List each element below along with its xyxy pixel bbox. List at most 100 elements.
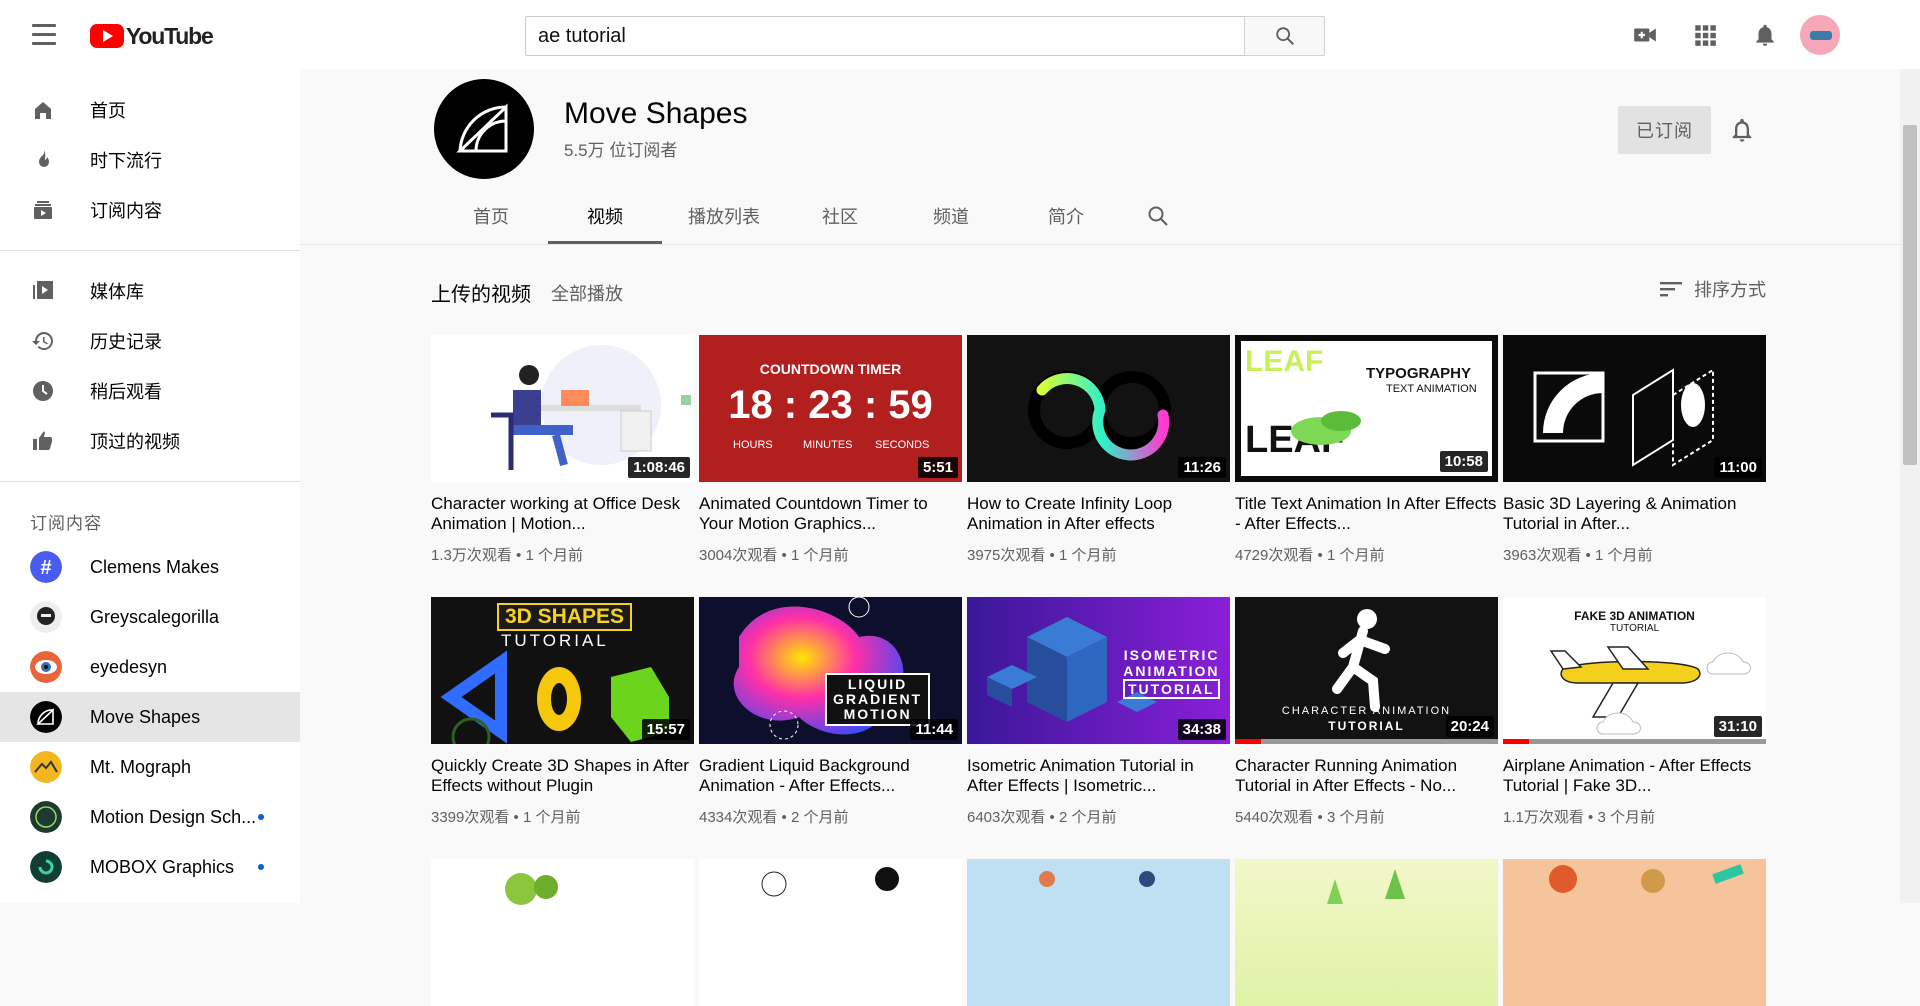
- guide-menu-button[interactable]: [30, 24, 58, 46]
- video-card[interactable]: LIQUID GRADIENT MOTION 11:44 Gradient Li…: [699, 597, 962, 827]
- subscription-item[interactable]: eyedesyn: [0, 642, 300, 692]
- account-avatar[interactable]: [1800, 15, 1840, 55]
- video-title[interactable]: Quickly Create 3D Shapes in After Effect…: [431, 756, 694, 796]
- video-title[interactable]: Gradient Liquid Background Animation - A…: [699, 756, 962, 796]
- sidebar-item-library[interactable]: 媒体库: [0, 266, 300, 316]
- video-meta: 6403次观看 • 2 个月前: [967, 809, 1117, 826]
- youtube-play-icon: [90, 24, 124, 48]
- video-card[interactable]: [1503, 859, 1766, 1006]
- video-card[interactable]: [967, 859, 1230, 1006]
- youtube-logo[interactable]: YouTube: [90, 22, 214, 50]
- sidebar-item-history[interactable]: 历史记录: [0, 316, 300, 366]
- subscription-item[interactable]: MOBOX Graphics: [0, 842, 300, 892]
- video-title[interactable]: Character Running Animation Tutorial in …: [1235, 756, 1498, 796]
- subscription-item[interactable]: Motion Design Sch...: [0, 792, 300, 842]
- sidebar-item-liked-videos[interactable]: 顶过的视频: [0, 416, 300, 466]
- video-meta: 5440次观看 • 3 个月前: [1235, 809, 1385, 826]
- tab-home[interactable]: 首页: [434, 188, 548, 244]
- video-thumbnail[interactable]: ISOMETRIC ANIMATION TUTORIAL 34:38: [967, 597, 1230, 744]
- video-card[interactable]: [699, 859, 962, 1006]
- video-thumbnail[interactable]: COUNTDOWN TIMER 18 : 23 : 59 HOURS MINUT…: [699, 335, 962, 482]
- channel-avatar: [30, 751, 62, 783]
- masthead: YouTube: [0, 0, 1920, 69]
- play-all-link[interactable]: 全部播放: [551, 280, 623, 306]
- video-title[interactable]: How to Create Infinity Loop Animation in…: [967, 494, 1230, 534]
- thumb-text: GRADIENT: [833, 691, 923, 707]
- tab-about[interactable]: 简介: [1008, 188, 1124, 244]
- video-thumbnail[interactable]: CHARACTER ANIMATION TUTORIAL 20:24: [1235, 597, 1498, 744]
- scrollbar-thumb[interactable]: [1903, 125, 1917, 465]
- subscription-label: MOBOX Graphics: [90, 856, 235, 877]
- video-title[interactable]: Character working at Office Desk Animati…: [431, 494, 694, 534]
- video-thumbnail[interactable]: LIQUID GRADIENT MOTION 11:44: [699, 597, 962, 744]
- history-icon: [30, 328, 56, 354]
- sidebar-item-watch-later[interactable]: 稍后观看: [0, 366, 300, 416]
- video-title[interactable]: Basic 3D Layering & Animation Tutorial i…: [1503, 494, 1766, 534]
- video-thumbnail[interactable]: [967, 859, 1230, 1006]
- video-duration: 1:08:46: [628, 457, 690, 478]
- thumb-text: LEAF: [1245, 345, 1324, 378]
- sidebar-item-home[interactable]: 首页: [0, 85, 300, 135]
- sidebar-item-trending[interactable]: 时下流行: [0, 135, 300, 185]
- video-card[interactable]: 1:08:46 Character working at Office Desk…: [431, 335, 694, 565]
- video-duration: 11:26: [1178, 457, 1226, 478]
- subscription-label: Mt. Mograph: [90, 756, 192, 777]
- video-thumbnail[interactable]: 3D SHAPES TUTORIAL 15:57: [431, 597, 694, 744]
- watch-progress-track: [1503, 739, 1766, 744]
- video-card[interactable]: FAKE 3D ANIMATION TUTORIAL 31:10 Airplan…: [1503, 597, 1766, 827]
- sidebar-item-label: 时下流行: [90, 151, 162, 171]
- notification-bell-button[interactable]: [1728, 116, 1756, 144]
- tab-playlists[interactable]: 播放列表: [662, 188, 786, 244]
- video-card[interactable]: 11:00 Basic 3D Layering & Animation Tuto…: [1503, 335, 1766, 565]
- tab-videos[interactable]: 视频: [548, 188, 662, 244]
- video-title[interactable]: Animated Countdown Timer to Your Motion …: [699, 494, 962, 534]
- video-thumbnail[interactable]: [1503, 859, 1766, 1006]
- video-card[interactable]: ISOMETRIC ANIMATION TUTORIAL 34:38 Isome…: [967, 597, 1230, 827]
- subscription-item[interactable]: Mt. Mograph: [0, 742, 300, 792]
- video-title[interactable]: Title Text Animation In After Effects - …: [1235, 494, 1498, 534]
- video-card[interactable]: 3D SHAPES TUTORIAL 15:57 Quickly Create …: [431, 597, 694, 827]
- video-thumbnail[interactable]: [1235, 859, 1498, 1006]
- search-button[interactable]: [1244, 16, 1325, 56]
- video-title[interactable]: Isometric Animation Tutorial in After Ef…: [967, 756, 1230, 796]
- tab-channels[interactable]: 频道: [894, 188, 1008, 244]
- tab-community[interactable]: 社区: [786, 188, 894, 244]
- subscription-item[interactable]: Greyscalegorilla: [0, 592, 300, 642]
- subscription-item-active[interactable]: Move Shapes: [0, 692, 300, 742]
- video-thumbnail[interactable]: LEAF TYPOGRAPHY TEXT ANIMATION LEAF 10:5…: [1235, 335, 1498, 482]
- sort-by-button[interactable]: 排序方式: [1658, 276, 1766, 302]
- video-thumbnail[interactable]: 11:26: [967, 335, 1230, 482]
- video-card[interactable]: [431, 859, 694, 1006]
- video-thumbnail[interactable]: FAKE 3D ANIMATION TUTORIAL 31:10: [1503, 597, 1766, 744]
- video-thumbnail[interactable]: 11:00: [1503, 335, 1766, 482]
- video-card[interactable]: LEAF TYPOGRAPHY TEXT ANIMATION LEAF 10:5…: [1235, 335, 1498, 565]
- apps-grid-icon[interactable]: [1692, 22, 1718, 48]
- subscriptions-heading: 订阅内容: [30, 514, 102, 533]
- video-card[interactable]: CHARACTER ANIMATION TUTORIAL 20:24 Chara…: [1235, 597, 1498, 827]
- video-thumbnail[interactable]: 1:08:46: [431, 335, 694, 482]
- video-title[interactable]: Airplane Animation - After Effects Tutor…: [1503, 756, 1766, 796]
- video-duration: 34:38: [1177, 719, 1226, 740]
- thumb-text: LIQUID: [847, 676, 908, 692]
- video-card[interactable]: 11:26 How to Create Infinity Loop Animat…: [967, 335, 1230, 565]
- sidebar-item-label: 顶过的视频: [90, 432, 180, 452]
- create-video-icon[interactable]: [1632, 22, 1658, 48]
- subscribed-button[interactable]: 已订阅: [1618, 106, 1711, 154]
- thumb-text: TEXT ANIMATION: [1386, 383, 1477, 395]
- video-card[interactable]: [1235, 859, 1498, 1006]
- video-thumbnail[interactable]: [699, 859, 962, 1006]
- thumb-text: 3D SHAPES: [497, 603, 633, 631]
- thumb-text: TUTORIAL: [1123, 679, 1220, 699]
- video-thumbnail[interactable]: [431, 859, 694, 1006]
- page-scrollbar[interactable]: [1900, 0, 1920, 903]
- thumb-text: TUTORIAL: [1609, 623, 1660, 634]
- channel-search-button[interactable]: [1124, 188, 1192, 244]
- sidebar-item-label: 媒体库: [90, 282, 144, 302]
- sidebar-divider: [0, 250, 300, 251]
- video-card[interactable]: COUNTDOWN TIMER 18 : 23 : 59 HOURS MINUT…: [699, 335, 962, 565]
- search-input[interactable]: [525, 16, 1244, 56]
- sidebar-item-subscriptions[interactable]: 订阅内容: [0, 185, 300, 235]
- subscription-item[interactable]: # Clemens Makes: [0, 542, 300, 592]
- thumb-text: ISOMETRIC: [1123, 647, 1220, 663]
- notifications-bell-icon[interactable]: [1752, 22, 1778, 48]
